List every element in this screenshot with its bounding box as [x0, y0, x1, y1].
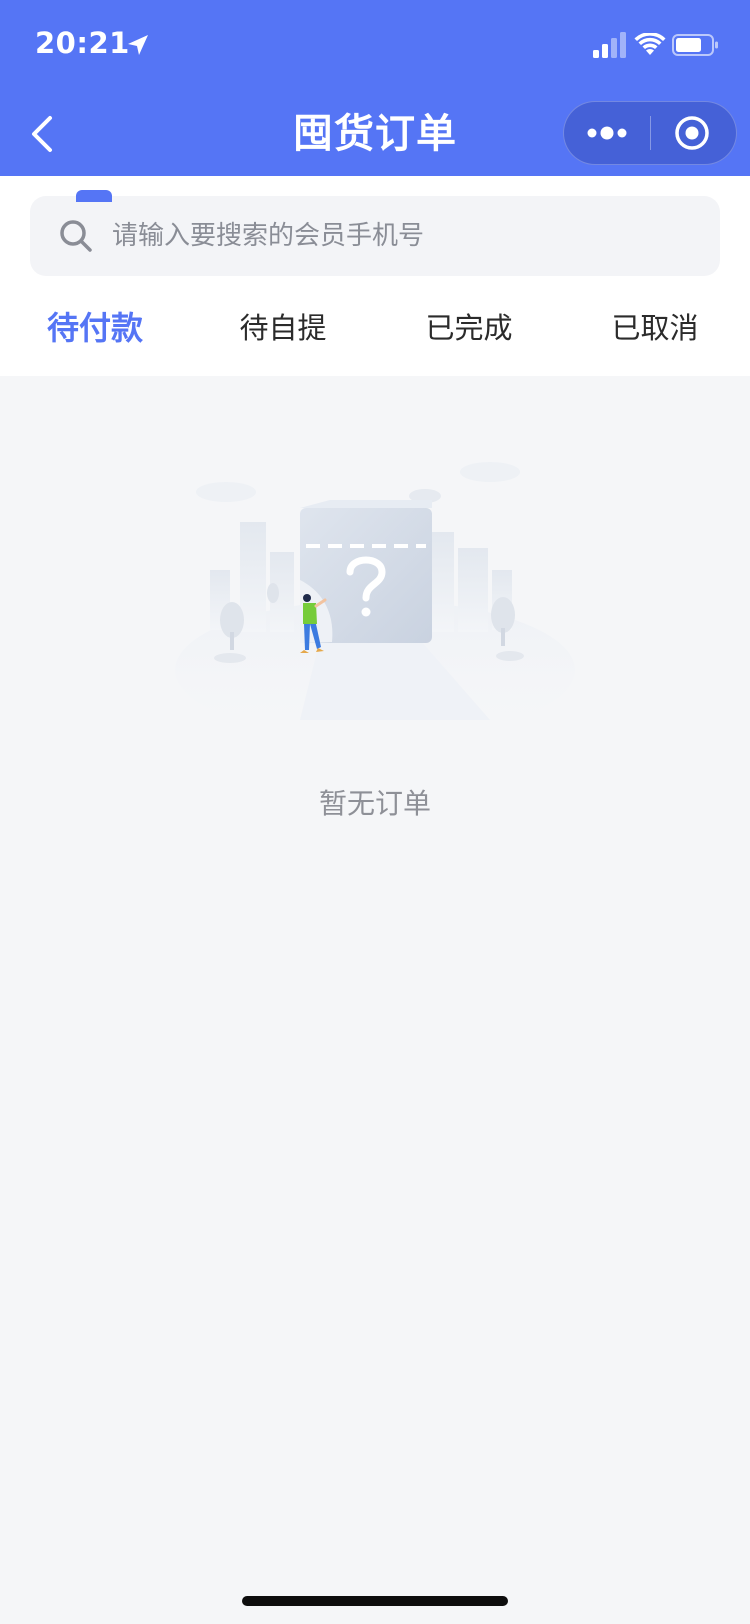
home-indicator — [242, 1596, 508, 1606]
capsule-divider — [650, 116, 651, 150]
cellular-signal-icon — [593, 32, 626, 58]
tab-cancelled[interactable]: 已取消 — [600, 298, 710, 358]
order-status-tabs: 待付款 待自提 已完成 已取消 — [0, 286, 750, 376]
status-bar: 20:21 — [0, 0, 750, 92]
target-circle-icon — [675, 116, 709, 150]
wifi-icon — [634, 33, 666, 55]
empty-state-message: 暂无订单 — [318, 787, 431, 820]
close-mini-program-button[interactable] — [652, 102, 736, 164]
active-tab-indicator — [76, 190, 112, 202]
search-placeholder: 请输入要搜索的会员手机号 — [112, 221, 425, 251]
search-input[interactable]: 请输入要搜索的会员手机号 — [30, 196, 720, 276]
tab-pending-payment[interactable]: 待付款 — [45, 298, 145, 358]
location-arrow-icon — [128, 35, 148, 55]
tab-pending-pickup[interactable]: 待自提 — [228, 298, 338, 358]
search-icon — [60, 220, 92, 252]
battery-icon — [672, 34, 718, 56]
filter-panel: 请输入要搜索的会员手机号 待付款 待自提 已完成 已取消 — [0, 176, 750, 376]
app-header: 20:21 囤货订单 — [0, 0, 750, 176]
empty-orders-illustration — [175, 462, 575, 740]
mini-program-capsule — [563, 101, 737, 165]
more-dots-icon — [587, 126, 627, 140]
navigation-bar: 囤货订单 — [0, 92, 750, 176]
more-button[interactable] — [564, 102, 650, 164]
status-time: 20:21 — [35, 26, 130, 60]
tab-completed[interactable]: 已完成 — [414, 298, 524, 358]
